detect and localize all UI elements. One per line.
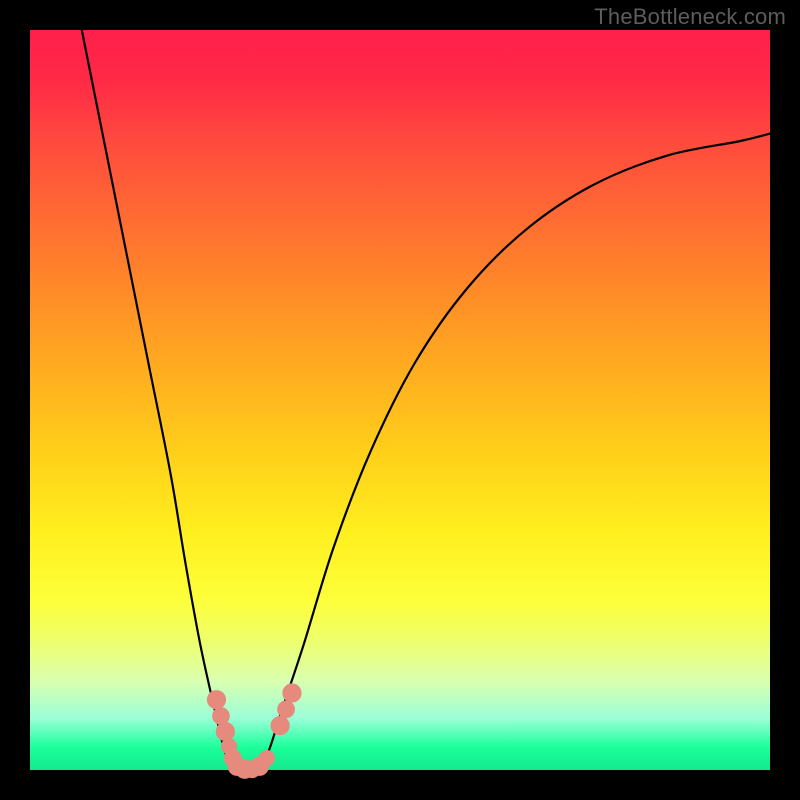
marker-dot	[259, 750, 275, 766]
bottleneck-curve	[82, 30, 770, 772]
marker-dot	[271, 716, 290, 735]
data-markers	[207, 683, 302, 778]
chart-frame: TheBottleneck.com	[0, 0, 800, 800]
marker-dot	[282, 683, 301, 702]
marker-dot	[277, 700, 295, 718]
watermark-text: TheBottleneck.com	[594, 4, 786, 30]
marker-dot	[216, 722, 235, 741]
marker-dot	[207, 690, 226, 709]
curve-svg	[30, 30, 770, 770]
plot-area	[30, 30, 770, 770]
